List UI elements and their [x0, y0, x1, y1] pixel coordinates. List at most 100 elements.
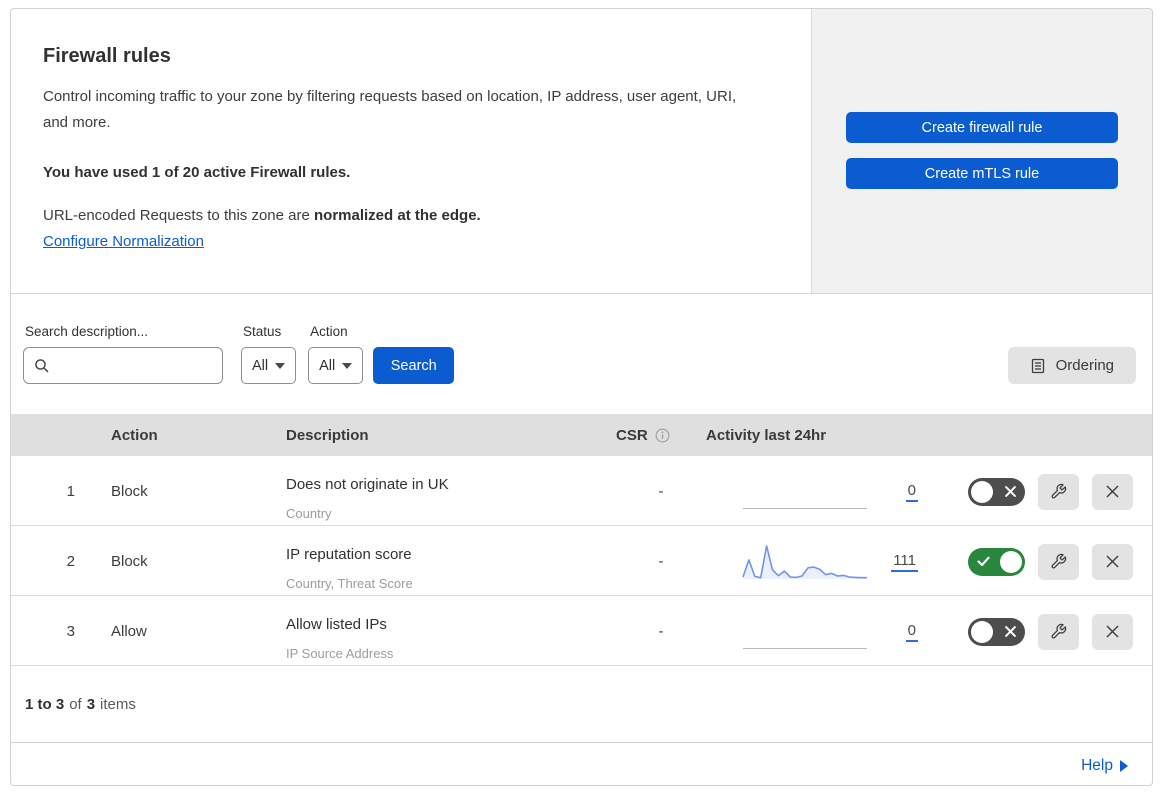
- toggle-knob: [1000, 550, 1022, 573]
- document-lines-icon: [1031, 358, 1044, 373]
- rule-priority: 2: [66, 553, 75, 570]
- table-row: 3 Allow Allow listed IPs IP Source Address -…: [11, 596, 1152, 666]
- rule-enable-toggle[interactable]: [968, 477, 1025, 506]
- rule-activity-cell: 0: [706, 456, 936, 527]
- rule-csr-value: -: [658, 553, 664, 570]
- rule-description: IP reputation score: [286, 546, 412, 563]
- rule-action: Block: [111, 553, 148, 570]
- chevron-down-icon: [342, 362, 353, 369]
- edit-rule-button[interactable]: [1038, 543, 1079, 580]
- table-header-row: Action Description CSR Activity last 24h…: [11, 414, 1152, 456]
- configure-normalization-link[interactable]: Configure Normalization: [43, 233, 204, 250]
- activity-sparkline-chart: [742, 544, 867, 579]
- rule-enable-toggle[interactable]: [968, 547, 1025, 576]
- table-row: 1 Block Does not originate in UK Country - 0: [11, 456, 1152, 526]
- rule-description: Allow listed IPs: [286, 616, 387, 633]
- rule-controls: [936, 613, 1152, 650]
- rule-fields: Country: [286, 506, 332, 521]
- table-row: 2 Block IP reputation score Country, Threat…: [11, 526, 1152, 596]
- help-link[interactable]: Help: [1081, 757, 1128, 775]
- search-box[interactable]: [23, 347, 223, 384]
- column-header-csr: CSR: [616, 427, 706, 444]
- magnifier-icon: [35, 358, 49, 372]
- header-section: Firewall rules Control incoming traffic …: [11, 9, 1152, 294]
- toggle-knob: [971, 480, 993, 503]
- create-firewall-rule-button[interactable]: Create firewall rule: [846, 112, 1118, 143]
- activity-flatline: [743, 507, 867, 509]
- delete-rule-button[interactable]: [1092, 473, 1133, 510]
- rule-activity-cell: 0: [706, 596, 936, 667]
- status-filter-group: Status All: [241, 324, 297, 384]
- rule-action: Allow: [111, 623, 147, 640]
- create-mtls-rule-button[interactable]: Create mTLS rule: [846, 158, 1118, 189]
- rule-activity-cell: 111: [706, 526, 936, 597]
- page-description: Control incoming traffic to your zone by…: [43, 88, 737, 131]
- column-header-action: Action: [111, 426, 158, 444]
- rule-description: Does not originate in UK: [286, 476, 449, 493]
- rule-enable-toggle[interactable]: [968, 617, 1025, 646]
- activity-flatline: [743, 647, 867, 649]
- items-total: 3: [86, 695, 96, 713]
- table-body: 1 Block Does not originate in UK Country - 0 2…: [11, 456, 1152, 666]
- rule-controls: [936, 473, 1152, 510]
- activity-sparkline: [741, 541, 869, 583]
- rule-action: Block: [111, 483, 148, 500]
- ordering-button[interactable]: Ordering: [1007, 347, 1136, 384]
- rule-csr-value: -: [658, 483, 664, 500]
- normalization-note-text: URL-encoded Requests to this zone are: [43, 207, 310, 224]
- normalization-note-bold: normalized at the edge.: [314, 207, 481, 224]
- search-group: Search description...: [23, 324, 223, 384]
- wrench-icon: [1051, 483, 1067, 499]
- column-header-description: Description: [286, 426, 369, 444]
- filter-bar: Search description... Status All Action …: [11, 294, 1152, 414]
- delete-rule-button[interactable]: [1092, 543, 1133, 580]
- rule-fields: Country, Threat Score: [286, 576, 413, 591]
- x-icon: [1005, 626, 1016, 637]
- header-text-block: Firewall rules Control incoming traffic …: [11, 9, 811, 293]
- activity-count-link[interactable]: 111: [891, 552, 918, 572]
- triangle-right-icon: [1120, 760, 1128, 772]
- action-filter-value: All: [319, 357, 336, 374]
- x-icon: [1005, 486, 1016, 497]
- x-icon: [1106, 485, 1119, 498]
- ordering-button-label: Ordering: [1055, 357, 1114, 374]
- actions-panel: Create firewall rule Create mTLS rule: [811, 9, 1152, 293]
- search-label: Search description...: [25, 324, 149, 339]
- page-title: Firewall rules: [43, 45, 171, 67]
- rule-csr-value: -: [658, 623, 664, 640]
- usage-summary: You have used 1 of 20 active Firewall ru…: [43, 164, 351, 181]
- check-icon: [977, 556, 990, 567]
- column-header-activity: Activity last 24hr: [706, 426, 827, 444]
- rules-table: Action Description CSR Activity last 24h…: [11, 414, 1152, 742]
- search-input[interactable]: [58, 357, 212, 374]
- action-filter-group: Action All: [308, 324, 364, 384]
- normalization-note: URL-encoded Requests to this zone are no…: [43, 207, 781, 224]
- rule-controls: [936, 543, 1152, 580]
- status-filter-select[interactable]: All: [241, 347, 297, 384]
- firewall-rules-page: Firewall rules Control incoming traffic …: [10, 8, 1153, 786]
- activity-sparkline: [741, 471, 869, 513]
- rule-description-cell: IP reputation score Country, Threat Score: [276, 542, 616, 597]
- status-label: Status: [243, 324, 282, 339]
- search-button[interactable]: Search: [373, 347, 455, 384]
- edit-rule-button[interactable]: [1038, 613, 1079, 650]
- edit-rule-button[interactable]: [1038, 473, 1079, 510]
- rule-description-cell: Allow listed IPs IP Source Address: [276, 612, 616, 667]
- rule-description-cell: Does not originate in UK Country: [276, 472, 616, 527]
- info-circle-icon[interactable]: [655, 428, 670, 443]
- x-icon: [1106, 555, 1119, 568]
- toggle-knob: [971, 620, 993, 643]
- activity-count-link[interactable]: 0: [905, 482, 918, 502]
- help-link-label: Help: [1081, 757, 1113, 774]
- rule-fields: IP Source Address: [286, 646, 394, 661]
- items-range: 1 to 3: [25, 695, 65, 713]
- wrench-icon: [1051, 553, 1067, 569]
- wrench-icon: [1051, 623, 1067, 639]
- help-bar: Help: [11, 742, 1152, 785]
- activity-sparkline: [741, 611, 869, 653]
- x-icon: [1106, 625, 1119, 638]
- table-footer: 1 to 3 of 3 items: [25, 695, 136, 713]
- action-filter-select[interactable]: All: [308, 347, 364, 384]
- delete-rule-button[interactable]: [1092, 613, 1133, 650]
- activity-count-link[interactable]: 0: [905, 622, 918, 642]
